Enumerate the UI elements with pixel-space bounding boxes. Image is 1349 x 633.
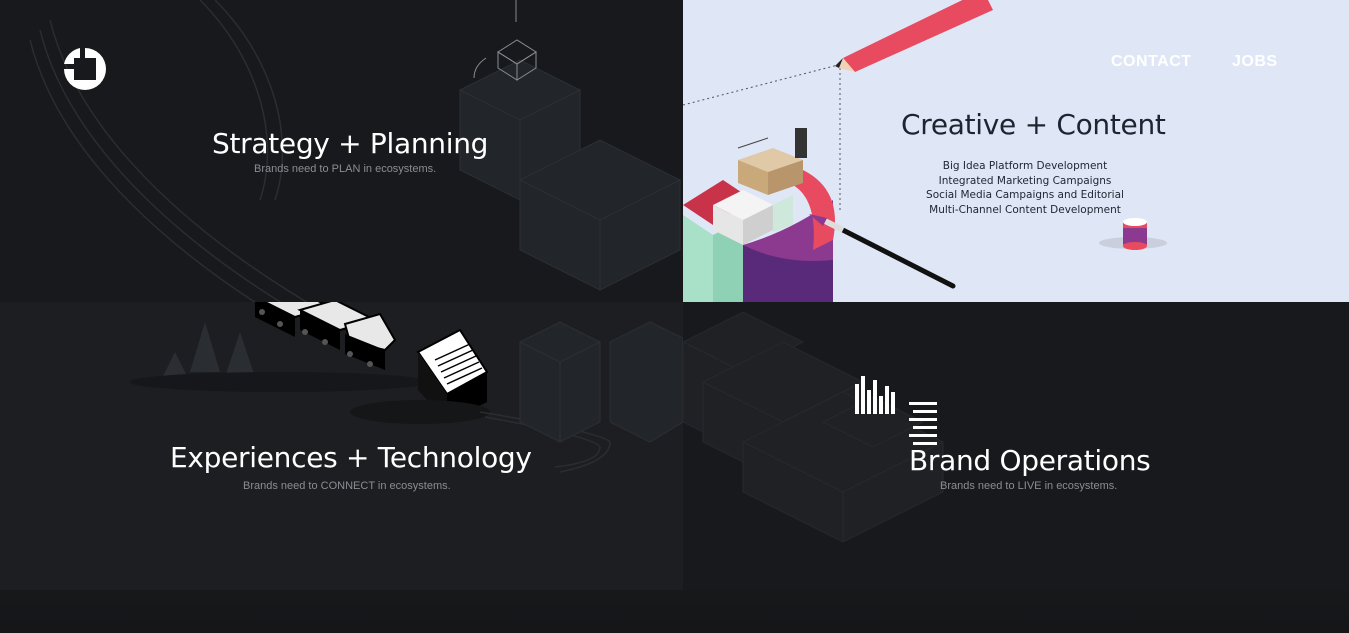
experiences-subtitle: Brands need to CONNECT in ecosystems. (243, 480, 451, 492)
service-item: Multi-Channel Content Development (929, 203, 1121, 216)
brand-operations-panel[interactable]: Brand Operations Brands need to LIVE in … (683, 302, 1349, 633)
agency-logo-icon[interactable] (62, 46, 108, 92)
experiences-panel[interactable]: Experiences + Technology Brands need to … (0, 302, 683, 633)
strategy-planning-subtitle: Brands need to PLAN in ecosystems. (254, 163, 437, 175)
creative-content-title[interactable]: Creative + Content (901, 108, 1166, 141)
nav-contact-link[interactable]: CONTACT (1111, 53, 1192, 71)
brand-operations-title[interactable]: Brand Operations (909, 444, 1151, 477)
service-item: Social Media Campaigns and Editorial (926, 189, 1124, 201)
experiences-title[interactable]: Experiences + Technology (170, 441, 532, 474)
creative-content-panel[interactable]: Creative + Content Big Idea Platform Dev… (683, 0, 1349, 302)
service-item: Big Idea Platform Development (942, 160, 1108, 172)
creative-illustration (683, 0, 1167, 302)
creative-services-list: Big Idea Platform Development Integrated… (920, 159, 1130, 217)
nav-jobs-link[interactable]: JOBS (1232, 53, 1278, 71)
strategy-planning-title[interactable]: Strategy + Planning (212, 127, 488, 160)
service-item: Integrated Marketing Campaigns (938, 174, 1112, 187)
bottom-fade (0, 590, 1349, 633)
brand-operations-subtitle: Brands need to LIVE in ecosystems. (940, 480, 1118, 492)
